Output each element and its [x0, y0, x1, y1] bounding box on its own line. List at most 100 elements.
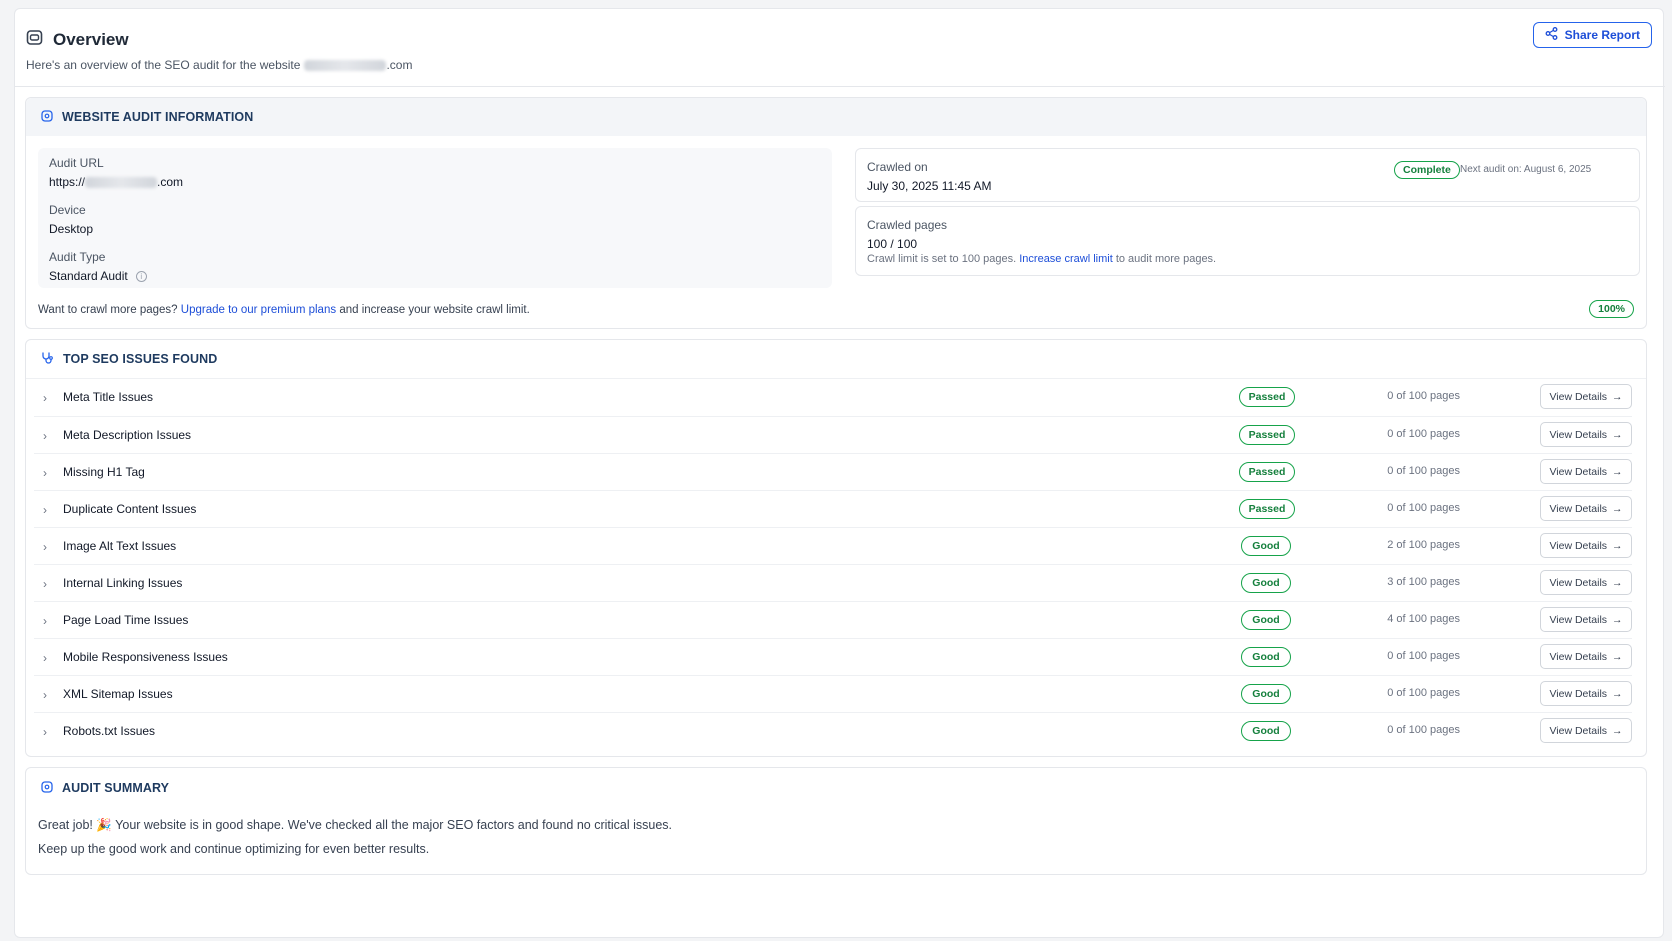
issue-status-badge: Good [1241, 721, 1291, 741]
device-label: Device [49, 203, 86, 217]
view-details-button[interactable]: View Details → [1540, 607, 1632, 632]
arrow-right-icon: → [1612, 390, 1623, 403]
arrow-right-icon: → [1612, 613, 1623, 626]
progress-badge: 100% [1589, 300, 1634, 318]
crawled-on-box: Crawled on July 30, 2025 11:45 AM Comple… [855, 148, 1640, 202]
chevron-right-icon[interactable]: › [43, 503, 47, 517]
issue-row[interactable]: › Page Load Time Issues Good 4 of 100 pages… [34, 601, 1632, 638]
issue-status-badge: Passed [1239, 462, 1295, 482]
issue-status-badge: Good [1241, 573, 1291, 593]
page-container: Overview Here's an overview of the SEO a… [14, 8, 1665, 938]
view-details-button[interactable]: View Details → [1540, 644, 1632, 669]
summary-heading: AUDIT SUMMARY [26, 768, 1646, 808]
issue-row[interactable]: › Missing H1 Tag Passed 0 of 100 pages View … [34, 453, 1632, 490]
issue-status-badge: Passed [1239, 425, 1295, 445]
crawl-limit-note: Crawl limit is set to 100 pages. Increas… [867, 253, 1216, 265]
chevron-right-icon[interactable]: › [43, 577, 47, 591]
issue-row[interactable]: › Mobile Responsiveness Issues Good 0 of 10… [34, 638, 1632, 675]
view-details-button[interactable]: View Details → [1540, 384, 1632, 409]
issue-name: XML Sitemap Issues [63, 687, 173, 701]
crawl-more-note: Want to crawl more pages? Upgrade to our… [38, 304, 530, 316]
view-details-button[interactable]: View Details → [1540, 459, 1632, 484]
crawled-on-value: July 30, 2025 11:45 AM [867, 179, 992, 193]
upgrade-premium-link[interactable]: Upgrade to our premium plans [181, 304, 336, 316]
issue-name: Mobile Responsiveness Issues [63, 650, 228, 664]
issue-page-count: 3 of 100 pages [1387, 576, 1460, 588]
device-field: Device Desktop [49, 203, 93, 236]
issue-row[interactable]: › Meta Description Issues Passed 0 of 100 p… [34, 416, 1632, 453]
chevron-right-icon[interactable]: › [43, 614, 47, 628]
issue-name: Internal Linking Issues [63, 576, 183, 590]
view-details-label: View Details [1549, 428, 1608, 441]
subtitle-domain-suffix: .com [386, 58, 413, 72]
arrow-right-icon: → [1612, 650, 1623, 663]
arrow-right-icon: → [1612, 687, 1623, 700]
issue-page-count: 4 of 100 pages [1387, 613, 1460, 625]
dashboard-icon [26, 29, 43, 51]
arrow-right-icon: → [1612, 428, 1623, 441]
share-icon [1545, 27, 1558, 43]
audit-url-label: Audit URL [49, 156, 104, 170]
arrow-right-icon: → [1612, 502, 1623, 515]
subtitle-text: Here's an overview of the SEO audit for … [26, 58, 301, 72]
audit-type-field: Audit Type Standard Audit i [49, 250, 147, 283]
view-details-button[interactable]: View Details → [1540, 718, 1632, 743]
issue-status-badge: Good [1241, 610, 1291, 630]
audit-type-label: Audit Type [49, 250, 106, 264]
summary-heading-text: AUDIT SUMMARY [62, 781, 170, 795]
crawled-pages-label: Crawled pages [867, 218, 948, 232]
arrow-right-icon: → [1612, 539, 1623, 552]
increase-crawl-limit-link[interactable]: Increase crawl limit [1019, 253, 1113, 265]
issue-name: Robots.txt Issues [63, 724, 156, 738]
issue-row[interactable]: › Internal Linking Issues Good 3 of 100 pag… [34, 564, 1632, 601]
issues-heading: TOP SEO ISSUES FOUND [26, 340, 1646, 379]
view-details-button[interactable]: View Details → [1540, 496, 1632, 521]
issue-status-badge: Good [1241, 647, 1291, 667]
issue-row[interactable]: › Image Alt Text Issues Good 2 of 100 pages… [34, 527, 1632, 564]
overview-header: Overview Here's an overview of the SEO a… [15, 9, 1665, 87]
page-subtitle: Here's an overview of the SEO audit for … [26, 58, 412, 72]
chevron-right-icon[interactable]: › [43, 540, 47, 554]
chevron-right-icon[interactable]: › [43, 725, 47, 739]
crawl-more-text: Want to crawl more pages? [38, 304, 178, 316]
website-audit-info-card: WEBSITE AUDIT INFORMATION Audit URL http… [25, 97, 1647, 329]
view-details-label: View Details [1549, 724, 1608, 737]
issue-page-count: 0 of 100 pages [1387, 650, 1460, 662]
chevron-right-icon[interactable]: › [43, 651, 47, 665]
audit-info-heading: WEBSITE AUDIT INFORMATION [26, 98, 1646, 136]
crawl-limit-suffix: to audit more pages. [1115, 253, 1217, 265]
chevron-right-icon[interactable]: › [43, 391, 47, 405]
audit-url-value: https:// .com [49, 175, 183, 189]
view-details-button[interactable]: View Details → [1540, 533, 1632, 558]
issue-name: Missing H1 Tag [63, 465, 145, 479]
issue-status-badge: Good [1241, 536, 1291, 556]
issue-page-count: 2 of 100 pages [1387, 539, 1460, 551]
view-details-label: View Details [1549, 465, 1608, 478]
view-details-button[interactable]: View Details → [1540, 422, 1632, 447]
chevron-right-icon[interactable]: › [43, 688, 47, 702]
issue-row[interactable]: › XML Sitemap Issues Good 0 of 100 pages Vie… [34, 675, 1632, 712]
page-title-text: Overview [53, 30, 129, 49]
info-icon[interactable]: i [135, 270, 147, 282]
summary-line-1: Great job! 🎉 Your website is in good sha… [38, 818, 673, 832]
audit-url-prefix: https:// [49, 175, 86, 189]
issue-page-count: 0 of 100 pages [1387, 390, 1460, 402]
issue-name: Page Load Time Issues [63, 613, 189, 627]
chevron-right-icon[interactable]: › [43, 429, 47, 443]
share-report-button[interactable]: Share Report [1532, 22, 1652, 48]
arrow-right-icon: → [1612, 724, 1623, 737]
issue-row[interactable]: › Duplicate Content Issues Passed 0 of 100 … [34, 490, 1632, 527]
issue-row[interactable]: › Robots.txt Issues Good 0 of 100 pages View… [34, 712, 1632, 749]
info-box-icon [41, 109, 53, 125]
crawled-pages-box: Crawled pages 100 / 100 Crawl limit is s… [855, 206, 1640, 276]
issue-page-count: 0 of 100 pages [1387, 724, 1460, 736]
chevron-right-icon[interactable]: › [43, 466, 47, 480]
issue-row[interactable]: › Meta Title Issues Passed 0 of 100 pages Vi… [34, 379, 1632, 416]
issue-page-count: 0 of 100 pages [1387, 502, 1460, 514]
issue-name: Meta Description Issues [63, 428, 192, 442]
view-details-button[interactable]: View Details → [1540, 681, 1632, 706]
view-details-button[interactable]: View Details → [1540, 570, 1632, 595]
audit-url-field: Audit URL https:// .com [49, 156, 183, 189]
stethoscope-icon [41, 351, 54, 367]
redacted-domain [304, 59, 387, 71]
